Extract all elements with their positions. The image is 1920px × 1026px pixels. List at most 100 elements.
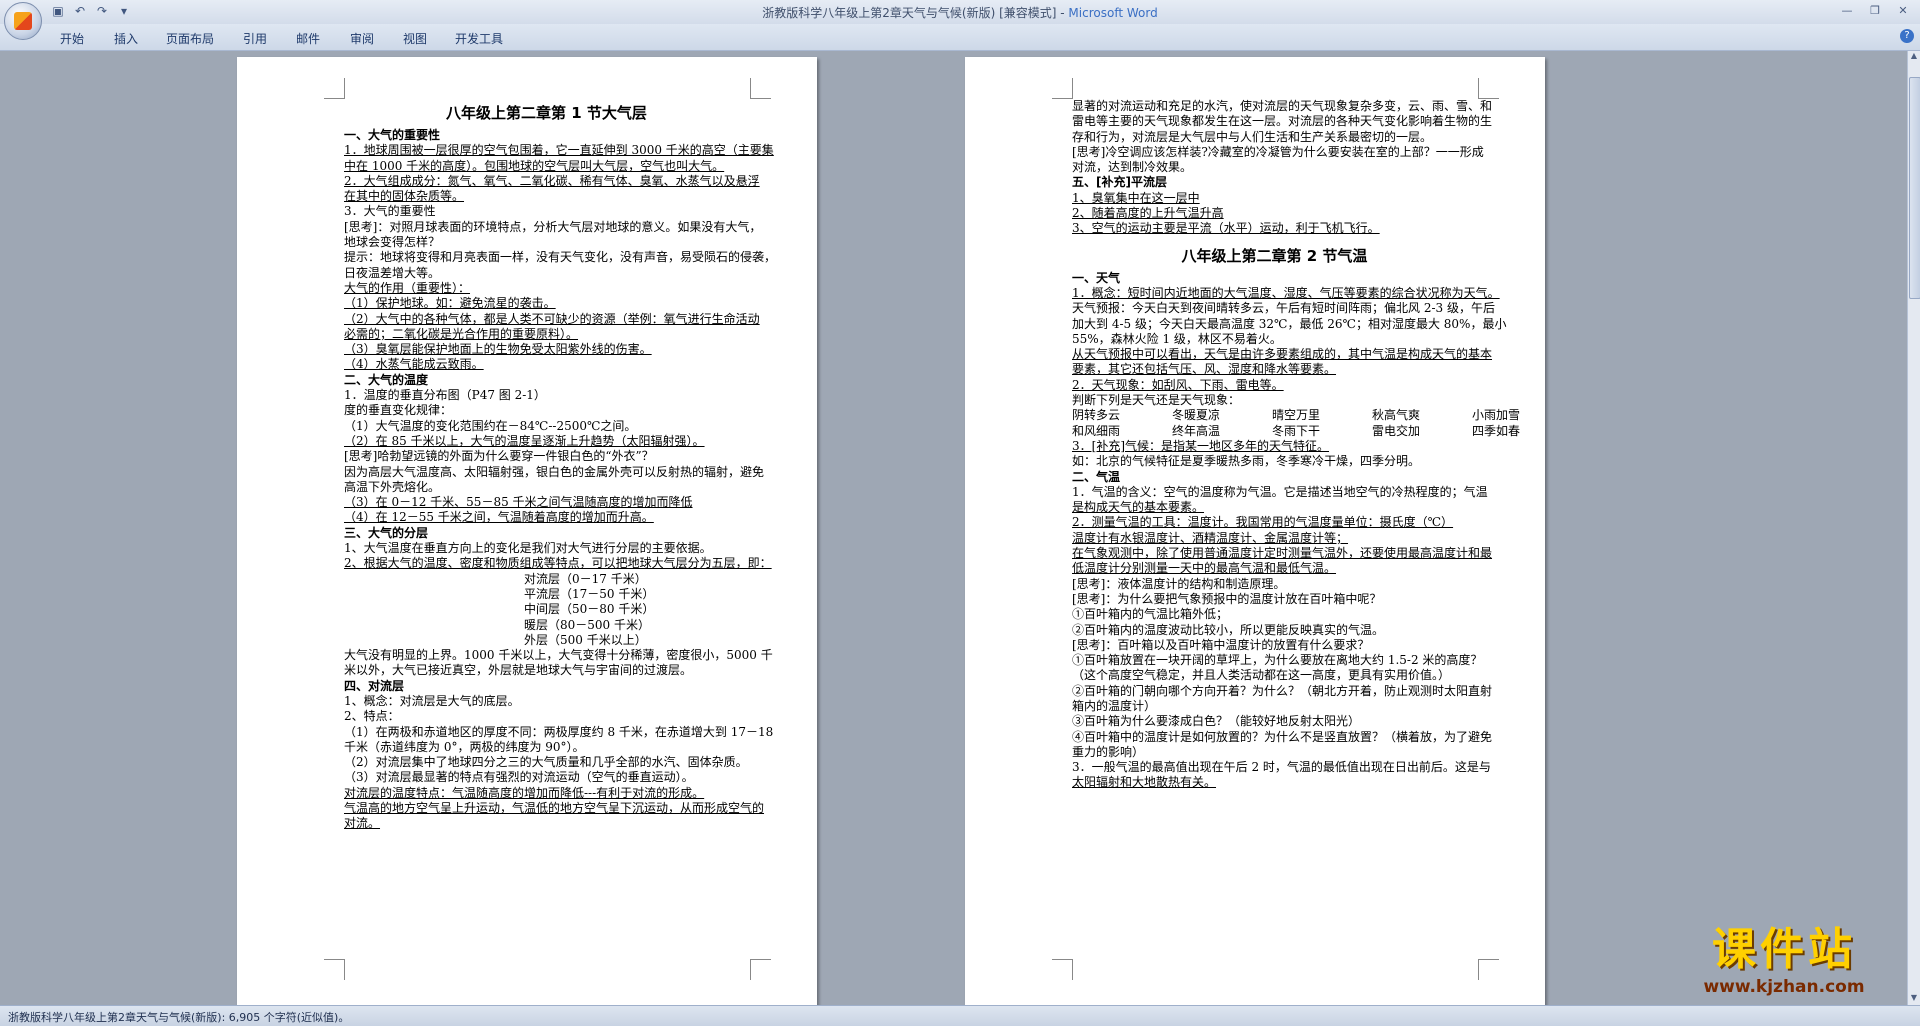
grid-cell: 和风细雨 bbox=[1072, 423, 1121, 438]
text-line: ②百叶箱内的温度波动比较小，所以更能反映真实的气温。 bbox=[1072, 622, 1385, 637]
help-icon[interactable]: ? bbox=[1900, 29, 1914, 43]
text-line: （4）在 12－55 千米之间，气温随着高度的增加而升高。 bbox=[344, 510, 654, 525]
scroll-up-icon[interactable]: ▲ bbox=[1908, 51, 1920, 63]
grid-cell: 小雨加雪 bbox=[1472, 408, 1521, 423]
text-line: 是构成天气的基本要素。 bbox=[1072, 500, 1205, 515]
section-heading: 一、天气 bbox=[1072, 270, 1121, 285]
tab-home[interactable]: 开始 bbox=[60, 30, 84, 47]
maximize-icon[interactable]: ❐ bbox=[1862, 2, 1888, 20]
watermark-url: www.kjzhan.com bbox=[1703, 977, 1865, 997]
vertical-scrollbar[interactable]: ▲ ▼ bbox=[1907, 51, 1920, 1005]
text-line: 天气预报：今天白天到夜间晴转多云，午后有短时间阵雨；偏北风 2-3 级，午后 bbox=[1072, 301, 1495, 316]
section-heading: 四、对流层 bbox=[344, 678, 405, 693]
text-line: 千米（赤道纬度为 0°，两极的纬度为 90°）。 bbox=[344, 739, 585, 754]
text-line: [思考]：为什么要把气象预报中的温度计放在百叶箱中呢？ bbox=[1072, 591, 1382, 606]
text-line: 高温下外壳熔化。 bbox=[344, 479, 441, 494]
text-line: 3．大气的重要性 bbox=[344, 204, 436, 219]
text-line: 1、大气温度在垂直方向上的变化是我们对大气进行分层的主要依据。 bbox=[344, 541, 712, 556]
text-line: 箱内的温度计） bbox=[1072, 698, 1157, 713]
title-bar: ▣ ↶ ↷ ▾ 浙教版科学八年级上第2章天气与气候(新版) [兼容模式] - M… bbox=[0, 0, 1920, 24]
text-line: ①百叶箱内的气温比箱外低； bbox=[1072, 607, 1229, 622]
text-line: [思考]：液体温度计的结构和制造原理。 bbox=[1072, 576, 1286, 591]
text-line: 2．测量气温的工具：温度计。我国常用的气温度量单位：摄氏度（℃） bbox=[1072, 515, 1454, 530]
page-right-text[interactable]: 显著的对流运动和充足的水汽，使对流层的天气现象复杂多变，云、雨、雪、和 雷电等主要… bbox=[1072, 99, 1520, 791]
paragraph-lines: 显著的对流运动和充足的水汽，使对流层的天气现象复杂多变，云、雨、雪、和 雷电等主要… bbox=[1072, 99, 1493, 237]
text-line: 要素，其它还包括气压、风、湿度和降水等要素。 bbox=[1072, 362, 1337, 377]
text-line: 3．一般气温的最高值出现在午后 2 时，气温的最低值出现在日出前后。这是与 bbox=[1072, 760, 1491, 775]
document-page-right[interactable]: 显著的对流运动和充足的水汽，使对流层的天气现象复杂多变，云、雨、雪、和 雷电等主要… bbox=[965, 57, 1545, 1005]
text-line: 1．气温的含义：空气的温度称为气温。它是描述当地空气的冷热程度的；气温 bbox=[1072, 484, 1488, 499]
text-line: 55%，森林火险 1 级，林区不易着火。 bbox=[1072, 331, 1282, 346]
text-line: 1、臭氧集中在这一层中 bbox=[1072, 190, 1200, 205]
page-left-text[interactable]: 八年级上第二章第 1 节大气层 一、大气的重要性 1．地球周围被一层很厚的空气包围… bbox=[344, 98, 776, 832]
text-line: 3．[补充]气候：是指某一地区多年的天气特征。 bbox=[1072, 438, 1329, 453]
section-title: 八年级上第二章第 1 节大气层 bbox=[446, 104, 647, 122]
section-heading: 一、大气的重要性 bbox=[344, 128, 441, 142]
margin-mark bbox=[324, 959, 345, 980]
text-line: （这个高度空气稳定，并且人类活动都在这一高度，更具有实用价值。） bbox=[1072, 668, 1451, 683]
text-line: 1、概念：对流层是大气的底层。 bbox=[344, 693, 520, 708]
section-heading: 二、大气的温度 bbox=[344, 372, 429, 387]
text-line: 2、特点： bbox=[344, 709, 400, 724]
grid-cell: 四季如春 bbox=[1472, 423, 1521, 438]
text-line: 温度计有水银温度计、酒精温度计、金属温度计等； bbox=[1072, 530, 1349, 545]
text-line: （3）在 0－12 千米、55－85 千米之间气温随高度的增加而降低 bbox=[344, 495, 693, 510]
app-name: Microsoft Word bbox=[1068, 6, 1158, 20]
text-line: 2、随着高度的上升气温升高 bbox=[1072, 206, 1224, 221]
tab-developer[interactable]: 开发工具 bbox=[455, 30, 503, 47]
text-line: 对流层的温度特点：气温随高度的增加而降低---有利于对流的形成。 bbox=[344, 785, 705, 800]
section-title: 八年级上第二章第 2 节气温 bbox=[1181, 246, 1368, 265]
section-heading: 二、气温 bbox=[1072, 469, 1121, 484]
text-line: 外层（500 千米以上） bbox=[524, 632, 647, 647]
text-line: 1．地球周围被一层很厚的空气包围着，它一直延伸到 3000 千米的高空（主要集 bbox=[344, 143, 774, 158]
paragraph-lines: 一、大气的重要性 1．地球周围被一层很厚的空气包围着，它一直延伸到 3000 千米… bbox=[344, 128, 776, 832]
office-button[interactable] bbox=[4, 2, 42, 40]
grid-cell: 终年高温 bbox=[1172, 423, 1221, 438]
status-text: 浙教版科学八年级上第2章天气与气候(新版): 6,905 个字符(近似值)。 bbox=[8, 1011, 350, 1024]
grid-cell: 冬暖夏凉 bbox=[1172, 408, 1221, 423]
text-line: 2、根据大气的温度、密度和物质组成等特点，可以把地球大气层分为五层，即： bbox=[344, 556, 772, 571]
margin-mark bbox=[750, 959, 771, 980]
margin-mark bbox=[1052, 78, 1073, 99]
margin-mark bbox=[1052, 959, 1073, 980]
margin-mark bbox=[324, 78, 345, 99]
scroll-down-icon[interactable]: ▼ bbox=[1908, 993, 1920, 1005]
text-line: 对流层（0－17 千米） bbox=[524, 571, 647, 586]
minimize-icon[interactable]: — bbox=[1834, 2, 1860, 20]
text-line: 对流。 bbox=[344, 816, 381, 831]
margin-mark bbox=[1478, 959, 1499, 980]
site-watermark-logo: 课件站 www.kjzhan.com bbox=[1668, 924, 1900, 1002]
text-line: 太阳辐射和大地散热有关。 bbox=[1072, 775, 1217, 790]
tab-view[interactable]: 视图 bbox=[403, 30, 427, 47]
tab-review[interactable]: 审阅 bbox=[350, 30, 374, 47]
close-icon[interactable]: ✕ bbox=[1890, 2, 1916, 20]
text-line: 从天气预报中可以看出，天气是由许多要素组成的，其中气温是构成天气的基本 bbox=[1072, 347, 1493, 362]
paragraph-lines: 3．[补充]气候：是指某一地区多年的天气特征。 如：北京的气候特征是夏季暖热多雨，… bbox=[1072, 438, 1493, 791]
tab-insert[interactable]: 插入 bbox=[114, 30, 138, 47]
document-page-left[interactable]: 八年级上第二章第 1 节大气层 一、大气的重要性 1．地球周围被一层很厚的空气包围… bbox=[237, 57, 817, 1005]
document-title: 浙教版科学八年级上第2章天气与气候(新版) [兼容模式] - bbox=[762, 6, 1069, 20]
text-line: ④百叶箱中的温度计是如何放置的？为什么不是竖直放置？（横着放，为了避免 bbox=[1072, 729, 1493, 744]
grid-cell: 晴空万里 bbox=[1272, 408, 1321, 423]
scrollbar-thumb[interactable] bbox=[1909, 77, 1920, 299]
text-line: 大气的作用（重要性）： bbox=[344, 280, 471, 295]
office-logo-icon bbox=[14, 12, 32, 30]
tab-page-layout[interactable]: 页面布局 bbox=[166, 30, 214, 47]
text-line: （3）对流层最显著的特点有强烈的对流运动（空气的垂直运动）。 bbox=[344, 770, 694, 785]
text-line: 米以外，大气已接近真空，外层就是地球大气与宇宙间的过渡层。 bbox=[344, 663, 693, 678]
grid-cell: 冬雨下干 bbox=[1272, 423, 1321, 438]
tab-references[interactable]: 引用 bbox=[243, 30, 267, 47]
text-line: 雷电等主要的天气现象都发生在这一层。对流层的各种天气变化影响着生物的生 bbox=[1072, 114, 1493, 129]
text-line: （2）在 85 千米以上，大气的温度呈逐渐上升趋势（太阳辐射强）。 bbox=[344, 433, 705, 448]
text-line: 2．天气现象：如刮风、下雨、雷电等。 bbox=[1072, 377, 1284, 392]
weather-phrase-grid: 阴转多云 冬暖夏凉 晴空万里 秋高气爽 小雨加雪 和风细雨 终年高温 冬雨下干 雷电交加 四季如春 bbox=[1072, 408, 1520, 439]
text-line: [思考]：百叶箱以及百叶箱中温度计的放置有什么要求？ bbox=[1072, 637, 1370, 652]
text-line: 大气没有明显的上界。1000 千米以上，大气变得十分稀薄，密度很小，5000 千 bbox=[344, 648, 773, 663]
text-line: 地球会变得怎样？ bbox=[344, 235, 441, 250]
document-workspace: 八年级上第二章第 1 节大气层 一、大气的重要性 1．地球周围被一层很厚的空气包围… bbox=[0, 51, 1908, 1005]
tab-mailings[interactable]: 邮件 bbox=[296, 30, 320, 47]
text-line: 中间层（50－80 千米） bbox=[524, 602, 655, 617]
text-line: （3）臭氧层能保护地面上的生物免受太阳紫外线的伤害。 bbox=[344, 342, 652, 357]
text-line: （1）在两极和赤道地区的厚度不同：两极厚度约 8 千米，在赤道增大到 17－18 bbox=[344, 724, 774, 739]
text-line: 1．温度的垂直分布图（P47 图 2-1） bbox=[344, 388, 546, 403]
